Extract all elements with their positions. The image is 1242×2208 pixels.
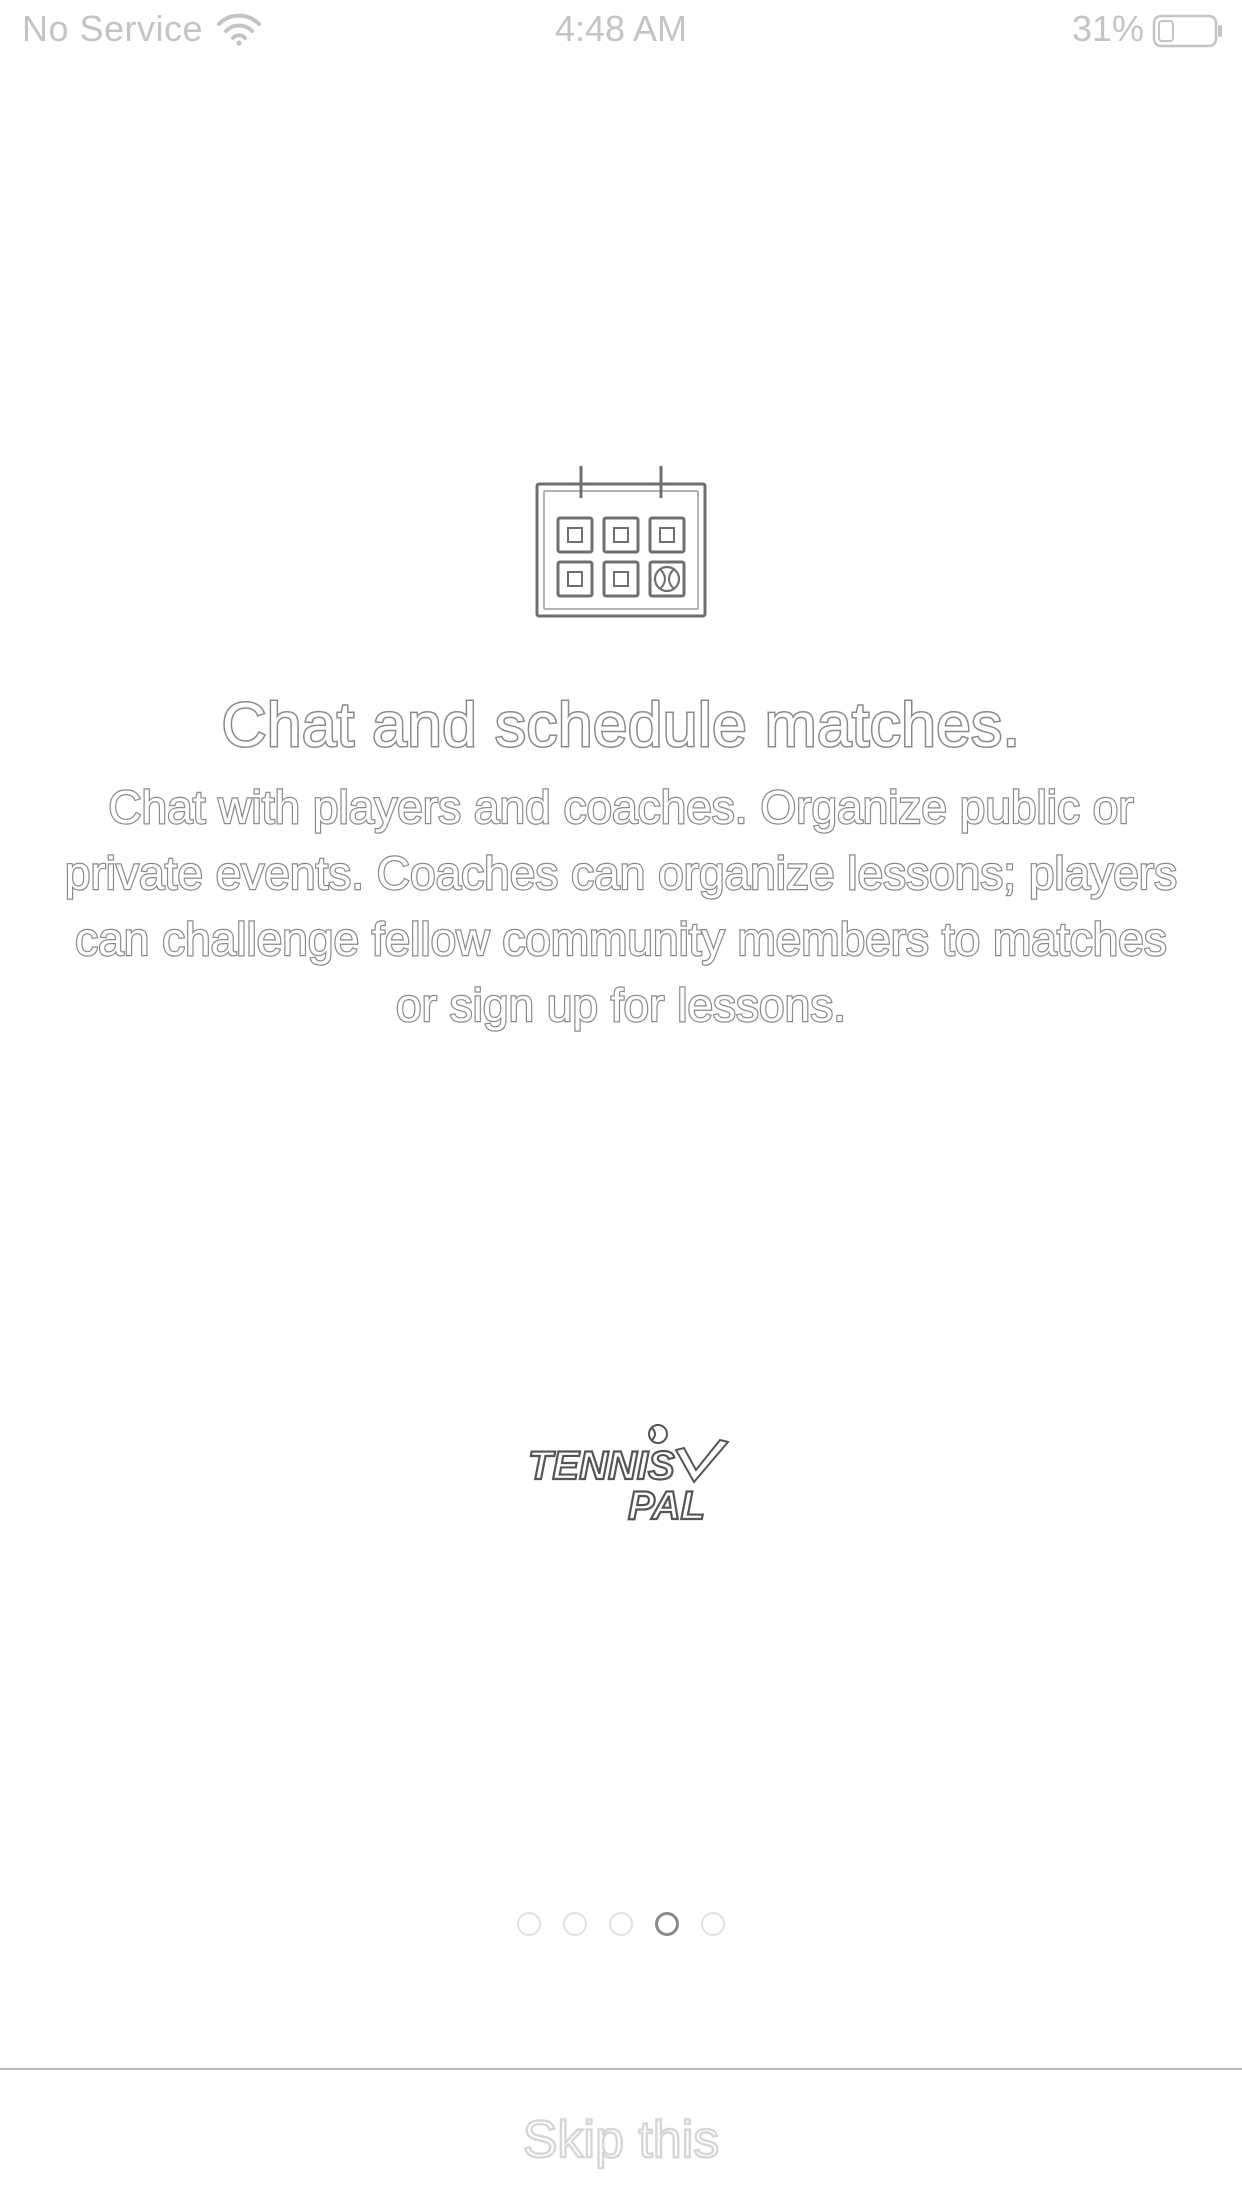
status-time: 4:48 AM bbox=[554, 8, 688, 49]
battery-percent: 31% bbox=[1071, 8, 1144, 49]
calendar-icon bbox=[534, 462, 708, 625]
page-indicator[interactable] bbox=[0, 1912, 1242, 1936]
battery-icon bbox=[1152, 14, 1224, 53]
page-dot-5[interactable] bbox=[701, 1912, 725, 1936]
logo-text-pal: PAL bbox=[627, 1483, 706, 1529]
status-bar: No Service 4:48 AM 31% bbox=[0, 0, 1242, 64]
page-dot-4-active[interactable] bbox=[655, 1912, 679, 1936]
footer-divider bbox=[0, 2068, 1242, 2070]
slide-title: Chat and schedule matches. bbox=[220, 690, 1021, 762]
logo-text-tennis: TENNIS bbox=[527, 1443, 676, 1489]
app-logo: TENNIS PAL bbox=[520, 1414, 730, 1529]
page-dot-3[interactable] bbox=[609, 1912, 633, 1936]
page-dot-1[interactable] bbox=[517, 1912, 541, 1936]
page-dot-2[interactable] bbox=[563, 1912, 587, 1936]
skip-button[interactable]: Skip this bbox=[0, 2110, 1242, 2170]
slide-description: Chat with players and coaches. Organize … bbox=[64, 780, 1179, 1032]
